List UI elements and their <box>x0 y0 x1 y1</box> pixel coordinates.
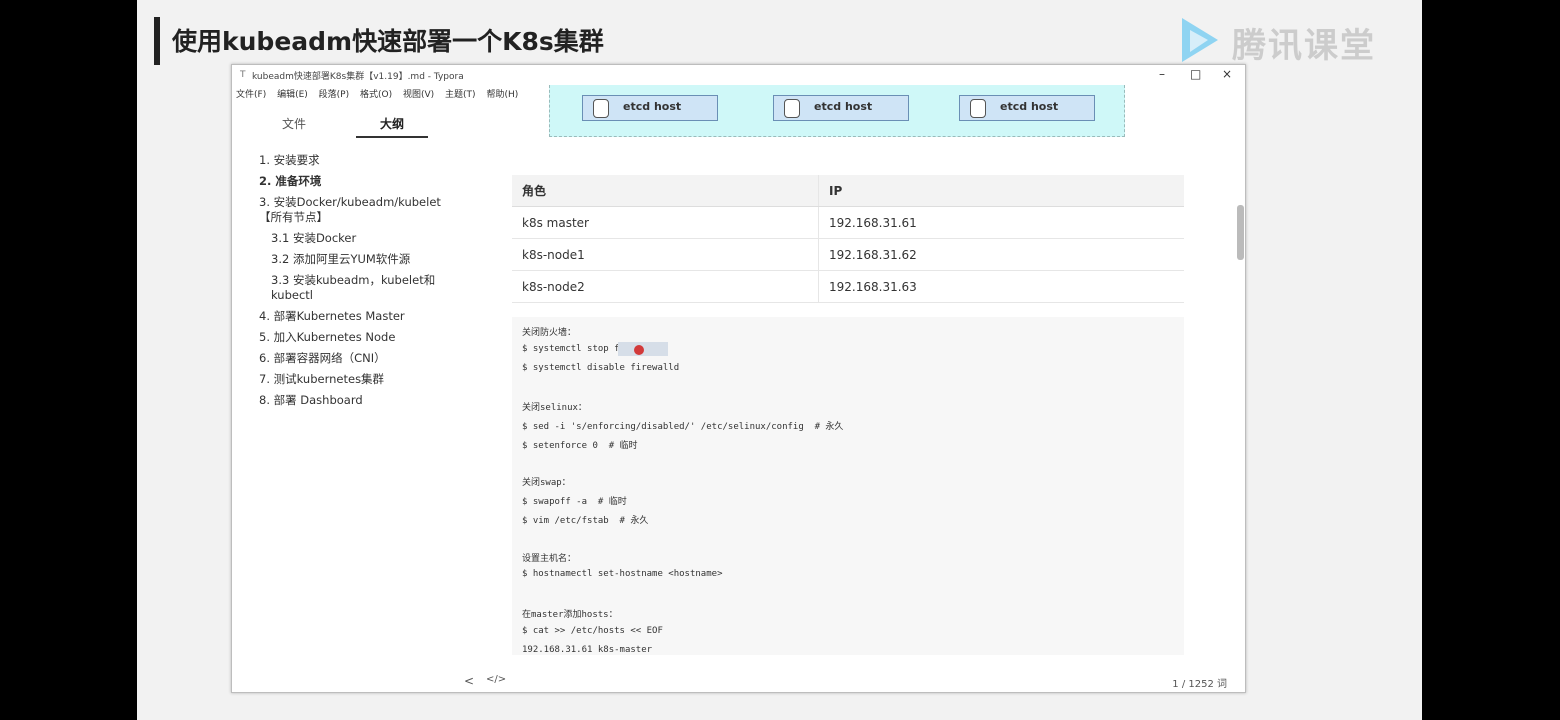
status-bar: < </> 1 / 1252 词 <box>232 670 1245 692</box>
minimize-button[interactable]: – <box>1159 67 1165 81</box>
pointer-indicator <box>634 345 644 355</box>
back-arrow-icon[interactable]: < <box>464 674 474 688</box>
etcd-host-label: etcd host <box>814 100 873 113</box>
outline-item[interactable]: 3.2 添加阿里云YUM软件源 <box>259 252 449 267</box>
menu-view[interactable]: 视图(V) <box>403 90 434 100</box>
database-icon <box>593 99 609 118</box>
outline-item[interactable]: 3. 安装Docker/kubeadm/kubelet【所有节点】 <box>259 195 449 225</box>
database-icon <box>784 99 800 118</box>
code-line: 关闭防火墙： <box>522 328 577 338</box>
outline-item[interactable]: 3.1 安装Docker <box>259 231 449 246</box>
code-line: 关闭swap： <box>522 478 571 489</box>
slide-title: 使用kubeadm快速部署一个K8s集群 <box>172 27 604 56</box>
menu-edit[interactable]: 编辑(E) <box>277 90 308 100</box>
code-line: $ setenforce 0 # 临时 <box>522 440 638 451</box>
table-header-ip: IP <box>818 175 1184 207</box>
word-count[interactable]: 1 / 1252 词 <box>1172 675 1227 690</box>
code-line: $ cat >> /etc/hosts << EOF <box>522 625 663 636</box>
document-content: etcd host etcd host etcd host 角色 IP k8s … <box>482 85 1234 655</box>
table-cell-role[interactable]: k8s master <box>512 206 819 239</box>
menu-theme[interactable]: 主题(T) <box>445 90 476 100</box>
table-row: k8s master 192.168.31.61 <box>512 206 1184 239</box>
typora-app-icon: T <box>240 70 246 80</box>
maximize-button[interactable]: □ <box>1190 67 1201 81</box>
etcd-host-node: etcd host <box>959 95 1095 121</box>
table-cell-ip[interactable]: 192.168.31.62 <box>818 238 1184 271</box>
table-row: k8s-node1 192.168.31.62 <box>512 238 1184 271</box>
table-cell-ip[interactable]: 192.168.31.61 <box>818 206 1184 239</box>
code-block[interactable]: 关闭防火墙： $ systemctl stop firewalld $ syst… <box>512 317 1184 655</box>
etcd-cluster-diagram: etcd host etcd host etcd host <box>549 85 1125 137</box>
menu-format[interactable]: 格式(O) <box>360 90 392 100</box>
outline-item[interactable]: 2. 准备环境 <box>259 174 449 189</box>
logo-play-icon <box>1182 18 1218 62</box>
outline-item[interactable]: 8. 部署 Dashboard <box>259 393 449 408</box>
table-header-role: 角色 <box>512 175 819 207</box>
typora-window: T kubeadm快速部署K8s集群【v1.19】.md - Typora – … <box>231 64 1246 693</box>
code-line: 192.168.31.61 k8s-master <box>522 644 653 655</box>
menu-paragraph[interactable]: 段落(P) <box>319 90 349 100</box>
code-line: $ systemctl disable firewalld <box>522 362 680 373</box>
outline-item[interactable]: 4. 部署Kubernetes Master <box>259 309 449 324</box>
logo-text: 腾讯课堂 <box>1232 26 1376 66</box>
table-cell-role[interactable]: k8s-node2 <box>512 270 819 303</box>
active-tab-indicator <box>356 136 428 138</box>
database-icon <box>970 99 986 118</box>
tencent-classroom-logo: 腾讯课堂 <box>1170 12 1380 68</box>
slide: 使用kubeadm快速部署一个K8s集群 腾讯课堂 T kubeadm快速部署K… <box>137 0 1422 720</box>
menu-file[interactable]: 文件(F) <box>236 90 266 100</box>
etcd-host-node: etcd host <box>582 95 718 121</box>
etcd-host-label: etcd host <box>1000 100 1059 113</box>
code-line: $ hostnamectl set-hostname <hostname> <box>522 569 723 580</box>
vertical-scrollbar[interactable] <box>1237 205 1244 260</box>
close-button[interactable]: × <box>1222 67 1232 81</box>
outline-item[interactable]: 5. 加入Kubernetes Node <box>259 330 449 345</box>
outline-item[interactable]: 6. 部署容器网络（CNI） <box>259 351 449 366</box>
outline-list: 1. 安装要求 2. 准备环境 3. 安装Docker/kubeadm/kube… <box>259 153 449 414</box>
outline-item[interactable]: 3.3 安装kubeadm，kubelet和kubectl <box>259 273 449 303</box>
code-line: $ systemctl stop firewalld <box>522 343 663 354</box>
table-cell-role[interactable]: k8s-node1 <box>512 238 819 271</box>
tab-files[interactable]: 文件 <box>282 115 306 132</box>
title-accent-bar <box>154 17 160 65</box>
code-line: $ sed -i 's/enforcing/disabled/' /etc/se… <box>522 421 844 432</box>
etcd-host-label: etcd host <box>623 100 682 113</box>
table-header-row: 角色 IP <box>512 175 1184 207</box>
table-row: k8s-node2 192.168.31.63 <box>512 270 1184 303</box>
tab-outline[interactable]: 大纲 <box>380 115 404 132</box>
source-code-mode-icon[interactable]: </> <box>486 674 506 685</box>
code-line: 设置主机名： <box>522 553 577 564</box>
code-line: 关闭selinux： <box>522 403 587 414</box>
table-cell-ip[interactable]: 192.168.31.63 <box>818 270 1184 303</box>
code-line: 在master添加hosts： <box>522 609 618 620</box>
sidebar: 文件 大纲 1. 安装要求 2. 准备环境 3. 安装Docker/kubead… <box>232 103 482 673</box>
outline-item[interactable]: 1. 安装要求 <box>259 153 449 168</box>
window-title: kubeadm快速部署K8s集群【v1.19】.md - Typora <box>252 72 464 82</box>
code-line: $ vim /etc/fstab # 永久 <box>522 515 649 526</box>
outline-item[interactable]: 7. 测试kubernetes集群 <box>259 372 449 387</box>
window-titlebar: T kubeadm快速部署K8s集群【v1.19】.md - Typora – … <box>232 65 1245 85</box>
role-ip-table: 角色 IP k8s master 192.168.31.61 k8s-node1… <box>512 175 1184 303</box>
code-line: $ swapoff -a # 临时 <box>522 497 627 508</box>
etcd-host-node: etcd host <box>773 95 909 121</box>
